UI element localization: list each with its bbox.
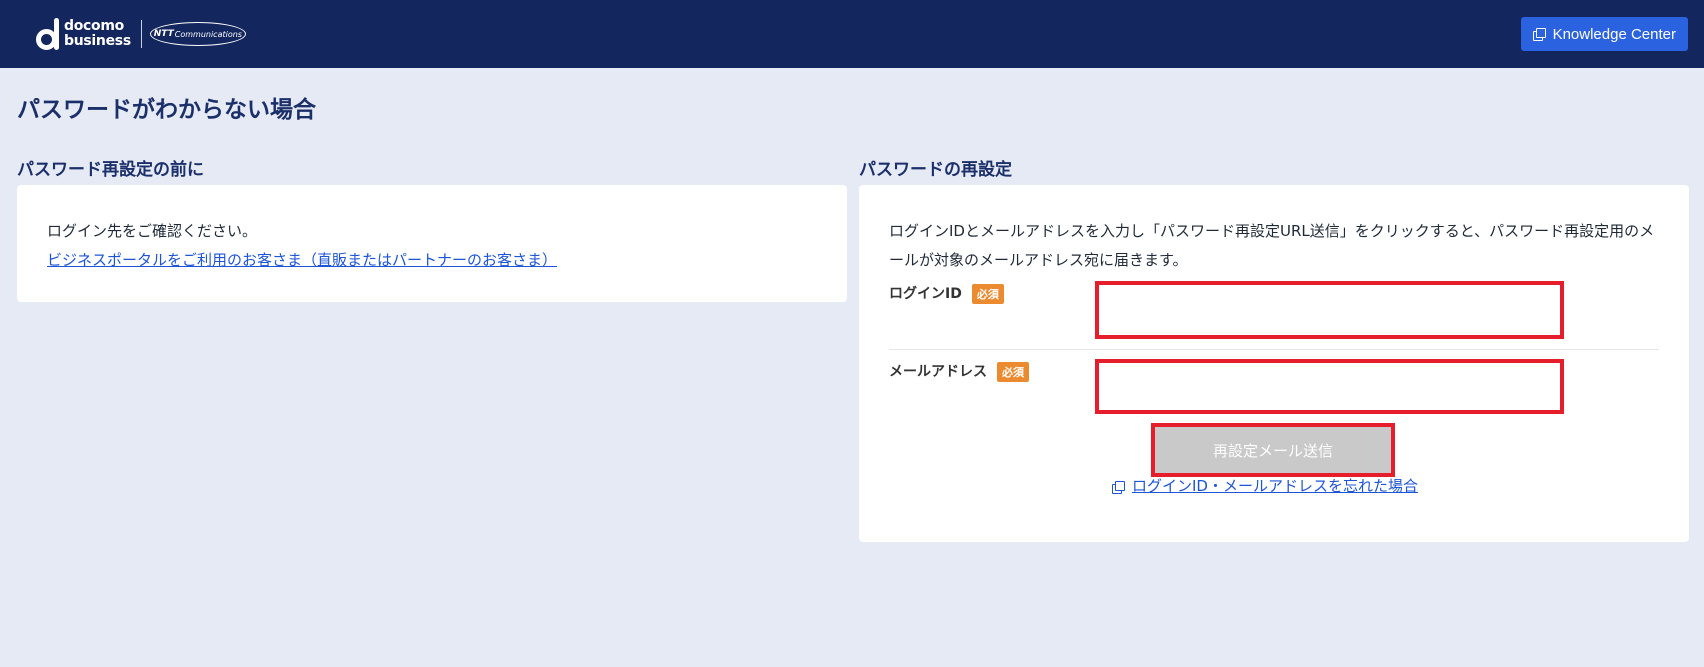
knowledge-center-button[interactable]: Knowledge Center xyxy=(1520,17,1688,51)
docomo-business-logo[interactable]: docomo business NTT Communications xyxy=(36,18,246,50)
required-badge: 必須 xyxy=(971,284,1004,304)
page-title: パスワードがわからない場合 xyxy=(17,97,316,123)
submit-button-highlight: 再設定メール送信 xyxy=(1151,423,1395,477)
ntt-communications-logo: NTT Communications xyxy=(149,22,246,46)
forgot-credentials-link[interactable]: ログインID・メールアドレスを忘れた場合 xyxy=(1132,472,1418,501)
logo-divider xyxy=(140,20,142,48)
email-field-wrapper xyxy=(1095,359,1564,414)
header: docomo business NTT Communications Knowle… xyxy=(0,0,1704,68)
reset-instructions: ログインIDとメールアドレスを入力し「パスワード再設定URL送信」をクリックする… xyxy=(889,222,1655,269)
logo-line2: business xyxy=(64,33,131,49)
form-divider xyxy=(889,349,1659,350)
external-link-icon xyxy=(1532,28,1546,41)
logo-line1: docomo xyxy=(64,18,124,34)
login-id-input[interactable] xyxy=(1099,285,1560,335)
send-reset-mail-button[interactable]: 再設定メール送信 xyxy=(1155,427,1391,473)
login-id-field-wrapper xyxy=(1095,281,1564,339)
external-link-icon xyxy=(1112,480,1125,494)
forgot-credentials-link-row[interactable]: ログインID・メールアドレスを忘れた場合 xyxy=(1112,472,1418,501)
business-portal-link[interactable]: ビジネスポータルをご利用のお客さま（直販またはパートナーのお客さま） xyxy=(47,251,557,269)
email-label: メールアドレス 必須 xyxy=(889,361,1029,382)
password-reset-card: ログインIDとメールアドレスを入力し「パスワード再設定URL送信」をクリックする… xyxy=(859,185,1689,542)
docomo-d-icon xyxy=(36,18,60,50)
right-section-title: パスワードの再設定 xyxy=(859,160,1012,180)
knowledge-center-label: Knowledge Center xyxy=(1552,25,1676,43)
before-reset-card: ログイン先をご確認ください。 ビジネスポータルをご利用のお客さま（直販またはパー… xyxy=(17,185,847,302)
login-destination-message: ログイン先をご確認ください。 xyxy=(47,222,258,240)
login-id-label: ログインID 必須 xyxy=(889,283,1004,304)
required-badge: 必須 xyxy=(997,362,1029,382)
email-input[interactable] xyxy=(1099,363,1560,410)
left-section-title: パスワード再設定の前に xyxy=(17,160,204,180)
